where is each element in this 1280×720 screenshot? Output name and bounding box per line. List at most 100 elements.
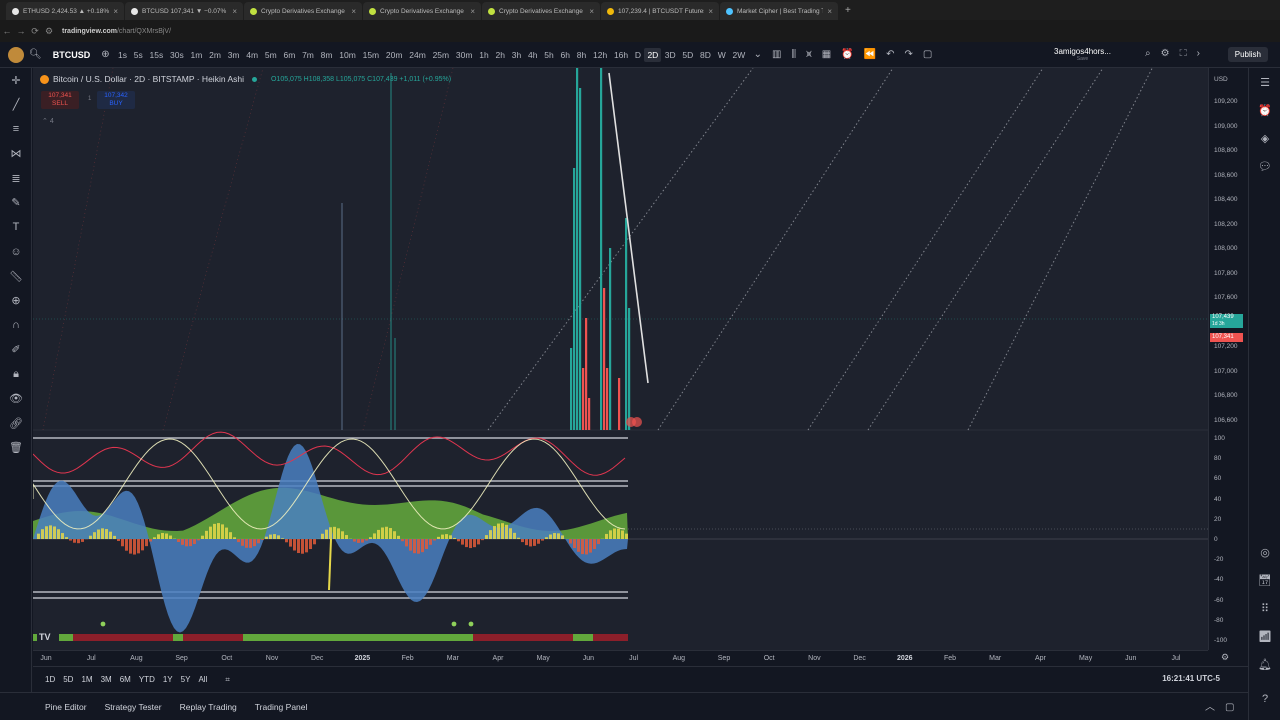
timeframe-5s[interactable]: 5s: [130, 50, 146, 60]
timeframe-24m[interactable]: 24m: [406, 50, 429, 60]
close-icon[interactable]: ×: [589, 7, 594, 16]
lock-drawing-icon[interactable]: ✐: [0, 338, 32, 363]
timeframe-8m[interactable]: 8m: [317, 50, 336, 60]
timeframe-30s[interactable]: 30s: [167, 50, 188, 60]
range-5Y[interactable]: 5Y: [177, 675, 195, 684]
chart-pane[interactable]: TV: [32, 0, 1208, 650]
layout-square-icon[interactable]: ▢: [918, 49, 937, 60]
signal-icon[interactable]: 📶︎: [1249, 630, 1280, 643]
ruler-icon[interactable]: 📏︎: [0, 264, 32, 289]
currency-label[interactable]: USD: [1214, 76, 1228, 83]
cursor-icon[interactable]: ✛: [0, 68, 32, 93]
account-layout-button[interactable]: 3amigos4hors... Save: [1054, 47, 1111, 62]
timeframe-2D[interactable]: 2D: [644, 47, 662, 62]
bar-style-icon[interactable]: ▥: [767, 49, 786, 60]
timeframe-8D[interactable]: 8D: [697, 50, 715, 60]
notifications-icon[interactable]: 🔔︎: [1249, 658, 1280, 671]
close-icon[interactable]: ×: [708, 7, 713, 16]
timeframe-2W[interactable]: 2W: [729, 50, 749, 60]
timeframe-3m[interactable]: 3m: [224, 50, 243, 60]
chevron-down-icon[interactable]: ⌄: [749, 49, 767, 60]
browser-tab[interactable]: Crypto Derivatives Exchange | E ×: [244, 2, 362, 20]
layers-icon[interactable]: ◈: [1249, 132, 1280, 145]
timeframe-3D[interactable]: 3D: [661, 50, 679, 60]
timeframe-6h[interactable]: 6h: [557, 50, 573, 60]
gear-icon[interactable]: ⚙: [1161, 48, 1180, 59]
timeframe-4m[interactable]: 4m: [243, 50, 262, 60]
layout-icon[interactable]: ▦: [817, 49, 836, 60]
range-1Y[interactable]: 1Y: [159, 675, 177, 684]
target-icon[interactable]: ◎: [1249, 546, 1280, 559]
bottom-tab[interactable]: Trading Panel: [246, 702, 317, 712]
help-icon[interactable]: ?: [1249, 693, 1280, 705]
redo-icon[interactable]: ↷: [899, 49, 917, 60]
range-1D[interactable]: 1D: [41, 675, 59, 684]
chart-canvas[interactable]: TV: [32, 0, 1208, 650]
close-icon[interactable]: ×: [113, 7, 118, 16]
pattern-icon[interactable]: ⋈: [0, 142, 32, 167]
bottom-tab[interactable]: Pine Editor: [36, 702, 96, 712]
publish-button[interactable]: Publish: [1227, 47, 1268, 62]
text-icon[interactable]: T: [0, 215, 32, 240]
timeframe-5h[interactable]: 5h: [541, 50, 557, 60]
timeframe-6m[interactable]: 6m: [280, 50, 299, 60]
calendar-icon[interactable]: 📅︎: [1249, 574, 1280, 587]
trash-icon[interactable]: 🗑︎: [0, 436, 32, 461]
range-3M[interactable]: 3M: [97, 675, 116, 684]
reload-icon[interactable]: ⟳: [28, 26, 42, 37]
new-tab-icon[interactable]: +: [845, 5, 851, 16]
timeframe-12h[interactable]: 12h: [590, 50, 611, 60]
buy-button[interactable]: 107,342 BUY: [97, 91, 135, 109]
timeframe-2m[interactable]: 2m: [206, 50, 225, 60]
timeframe-20m[interactable]: 20m: [383, 50, 406, 60]
trend-line-icon[interactable]: ╱: [0, 93, 32, 118]
range-1M[interactable]: 1M: [77, 675, 96, 684]
timeframe-25m[interactable]: 25m: [429, 50, 452, 60]
eye-icon[interactable]: 👁︎: [0, 387, 32, 412]
brush-icon[interactable]: ✎: [0, 191, 32, 216]
magnet-icon[interactable]: ∩: [0, 313, 32, 338]
close-icon[interactable]: ×: [232, 7, 237, 16]
lock-icon[interactable]: 🔒︎: [0, 362, 32, 387]
undo-icon[interactable]: ↶: [881, 49, 899, 60]
replay-icon[interactable]: ⏪: [859, 49, 881, 60]
projection-icon[interactable]: ≣: [0, 166, 32, 191]
fullscreen-icon[interactable]: ⛶: [1180, 48, 1197, 59]
sell-button[interactable]: 107,341 SELL: [41, 91, 79, 109]
timeframe-1m[interactable]: 1m: [187, 50, 206, 60]
timeframe-1s[interactable]: 1s: [115, 50, 131, 60]
range-5D[interactable]: 5D: [59, 675, 77, 684]
bottom-tab[interactable]: Replay Trading: [171, 702, 246, 712]
link-icon[interactable]: 🔗︎: [0, 411, 32, 436]
watchlist-icon[interactable]: ☰: [1249, 76, 1280, 89]
forward-icon[interactable]: →: [14, 26, 28, 36]
compare-add-icon[interactable]: ⊕: [96, 49, 114, 60]
apps-icon[interactable]: ⠿: [1249, 602, 1280, 615]
timeframe-1h[interactable]: 1h: [476, 50, 492, 60]
url-text[interactable]: tradingview.com/chart/QXMrsBjV/: [62, 28, 171, 35]
candles-icon[interactable]: ⫼: [786, 49, 801, 60]
settings-gear-icon[interactable]: ⚙: [1221, 652, 1229, 663]
price-axis[interactable]: USD 109,200 109,000 108,800 108,600 108,400 1…: [1208, 68, 1248, 650]
timeframe-8h[interactable]: 8h: [573, 50, 589, 60]
range-YTD[interactable]: YTD: [135, 675, 159, 684]
timeframe-5D[interactable]: 5D: [679, 50, 697, 60]
timeframe-3h[interactable]: 3h: [508, 50, 524, 60]
timeframe-30m[interactable]: 30m: [453, 50, 476, 60]
timeframe-7m[interactable]: 7m: [299, 50, 318, 60]
timeframe-4h[interactable]: 4h: [525, 50, 541, 60]
range-6M[interactable]: 6M: [116, 675, 135, 684]
emoji-icon[interactable]: ☺: [0, 240, 32, 265]
close-icon[interactable]: ×: [351, 7, 356, 16]
avatar[interactable]: [8, 46, 24, 63]
browser-tab[interactable]: Market Cipher | Best Trading T ×: [720, 2, 838, 20]
symbol-search-button[interactable]: BTCUSD: [53, 50, 91, 60]
alerts-icon[interactable]: ⏰: [1249, 104, 1280, 117]
timeframe-10m[interactable]: 10m: [336, 50, 359, 60]
chevron-up-icon[interactable]: ︿: [1205, 702, 1225, 713]
browser-tab[interactable]: Crypto Derivatives Exchange | E ×: [363, 2, 481, 20]
chevron-right-icon[interactable]: ›: [1197, 48, 1210, 59]
browser-tab[interactable]: Crypto Derivatives Exchange | E ×: [482, 2, 600, 20]
timeframe-16h[interactable]: 16h: [611, 50, 632, 60]
zoom-icon[interactable]: ⊕: [0, 289, 32, 314]
